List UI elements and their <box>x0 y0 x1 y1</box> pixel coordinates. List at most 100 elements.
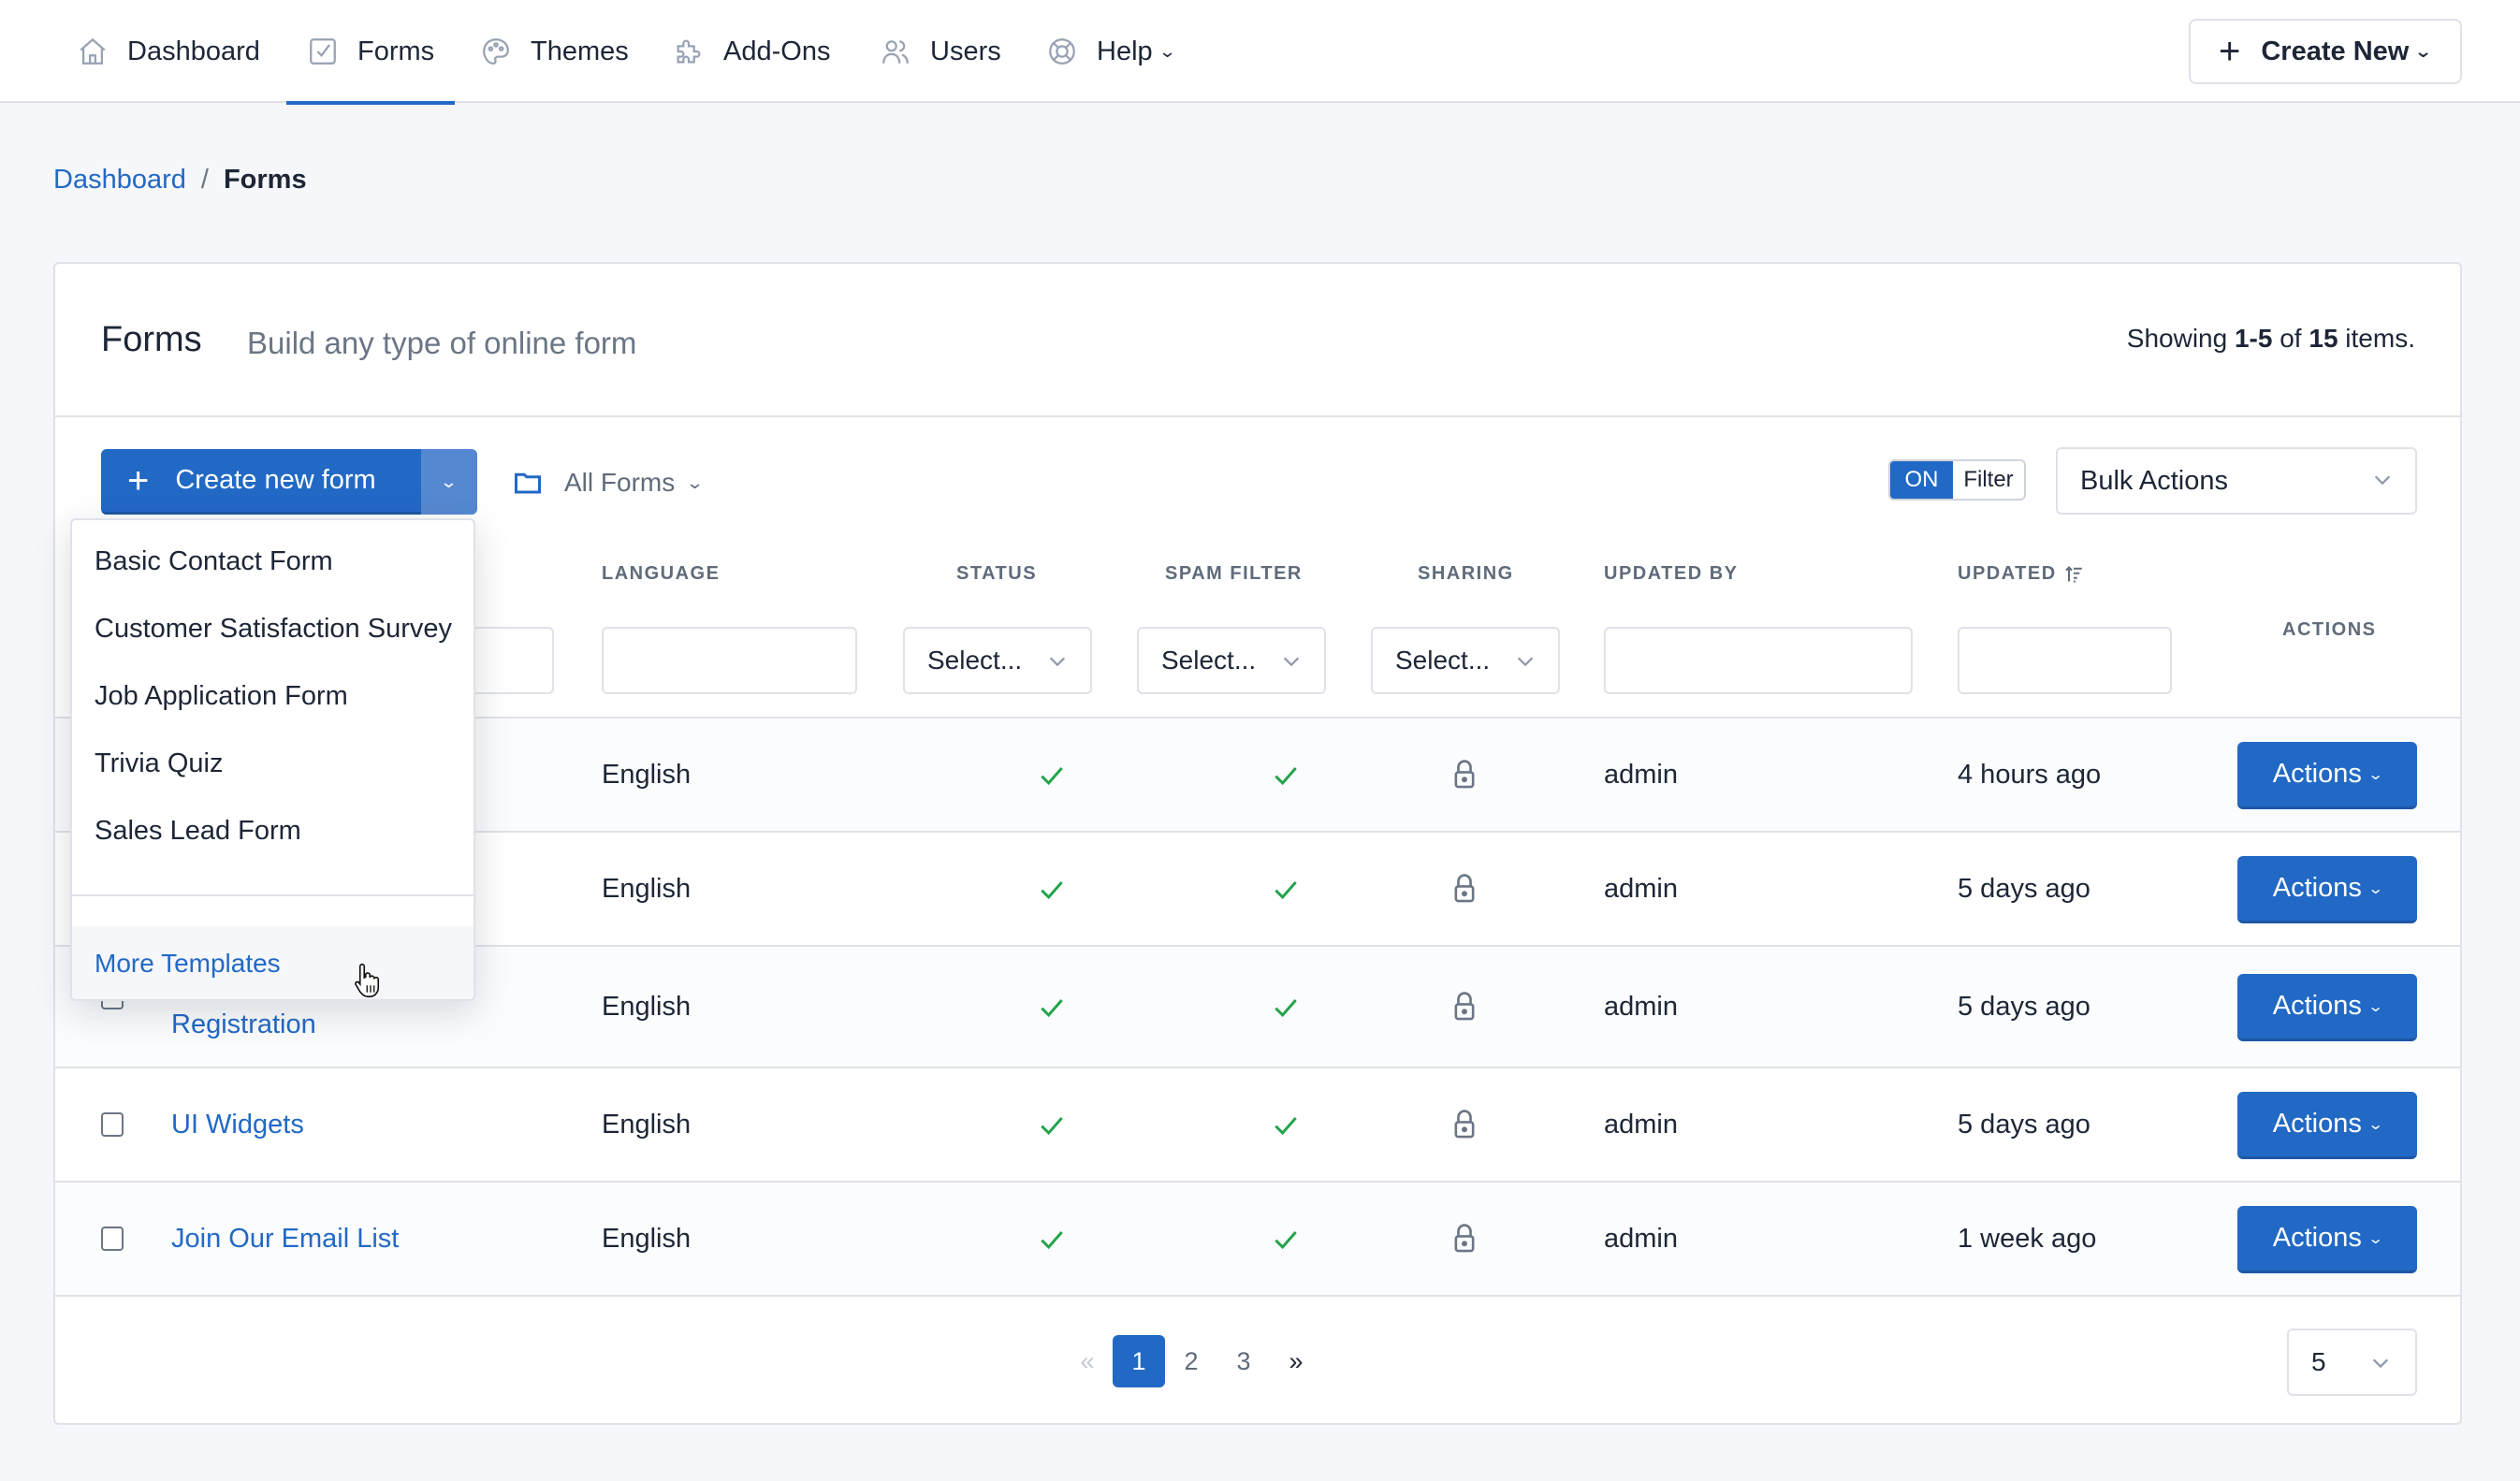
spam-filter-check-icon <box>1271 1225 1301 1255</box>
row-actions-label: Actions <box>2272 991 2362 1021</box>
nav-item-dashboard[interactable]: Dashboard <box>77 0 260 103</box>
row-actions-button[interactable]: Actions ⌄ <box>2237 974 2417 1041</box>
row-checkbox[interactable] <box>101 1112 124 1137</box>
menu-item-job-application-form[interactable]: Job Application Form <box>72 662 473 730</box>
pagination-prev[interactable]: « <box>1073 1335 1101 1387</box>
nav-item-themes[interactable]: Themes <box>480 0 629 103</box>
language-cell: English <box>602 1224 692 1254</box>
language-filter-input[interactable] <box>602 627 857 694</box>
nav-item-forms[interactable]: Forms <box>285 0 456 105</box>
breadcrumb-dashboard-link[interactable]: Dashboard <box>53 165 186 196</box>
sharing-filter-value: Select... <box>1395 646 1491 675</box>
filter-toggle-state: ON <box>1890 461 1953 499</box>
column-header-spam-filter[interactable]: SPAM FILTER <box>1165 563 1303 585</box>
template-dropdown-menu: Basic Contact Form Customer Satisfaction… <box>70 518 475 1001</box>
status-check-icon <box>1037 875 1067 905</box>
filter-toggle[interactable]: ON Filter <box>1888 459 2026 501</box>
row-actions-label: Actions <box>2272 873 2362 903</box>
items-count-prefix: Showing <box>2126 324 2235 353</box>
items-count-range: 1-5 <box>2234 324 2273 353</box>
row-actions-button[interactable]: Actions ⌄ <box>2237 856 2417 923</box>
lock-icon[interactable] <box>1449 1223 1479 1253</box>
page-subtitle: Build any type of online form <box>247 326 637 360</box>
plus-icon: + <box>2219 31 2241 72</box>
chevron-down-icon: ⌄ <box>1158 41 1177 61</box>
create-new-button[interactable]: + Create New ⌄ <box>2189 19 2462 84</box>
menu-item-more-templates[interactable]: More Templates <box>72 926 473 999</box>
menu-item-customer-satisfaction-survey[interactable]: Customer Satisfaction Survey <box>72 595 473 662</box>
forms-check-icon <box>310 38 336 65</box>
row-actions-button[interactable]: Actions ⌄ <box>2237 742 2417 809</box>
chevron-down-icon: ⌄ <box>440 472 459 491</box>
form-name-link[interactable]: UI Widgets <box>171 1110 304 1140</box>
form-name-link[interactable]: Join Our Email List <box>171 1224 399 1255</box>
menu-item-basic-contact-form[interactable]: Basic Contact Form <box>72 528 473 595</box>
updated-by-cell: admin <box>1604 760 1678 790</box>
pagination-next[interactable]: » <box>1280 1335 1312 1387</box>
chevron-down-icon <box>2372 1358 2389 1369</box>
row-actions-button[interactable]: Actions ⌄ <box>2237 1206 2417 1273</box>
form-name-link[interactable]: Registration <box>171 1009 316 1040</box>
filter-toggle-label: Filter <box>1963 467 2014 492</box>
table-row: Join Our Email List English admin 1 week ag… <box>55 1183 2460 1297</box>
column-header-status[interactable]: STATUS <box>956 563 1037 585</box>
lock-icon[interactable] <box>1449 991 1479 1021</box>
table-row: UI Widgets English admin 5 days ago Actions ⌄ <box>55 1068 2460 1183</box>
lock-icon[interactable] <box>1449 759 1479 789</box>
create-form-dropdown-toggle[interactable]: ⌄ <box>421 449 477 515</box>
page-size-select[interactable]: 5 <box>2287 1329 2417 1396</box>
nav-item-users[interactable]: Users <box>880 0 1001 103</box>
spam-filter-check-icon <box>1271 1111 1301 1140</box>
updated-filter-input[interactable] <box>1958 627 2172 694</box>
create-new-form-button[interactable]: + Create new form <box>101 449 421 515</box>
row-checkbox[interactable] <box>101 1227 124 1251</box>
column-header-updated-by[interactable]: UPDATED BY <box>1604 563 1739 585</box>
language-cell: English <box>602 874 692 904</box>
lock-icon[interactable] <box>1449 873 1479 903</box>
folder-filter-label: All Forms <box>564 468 676 497</box>
nav-item-add-ons[interactable]: Add-Ons <box>673 0 830 103</box>
pagination-page-3[interactable]: 3 <box>1228 1335 1260 1387</box>
menu-item-trivia-quiz[interactable]: Trivia Quiz <box>72 730 473 797</box>
row-actions-button[interactable]: Actions ⌄ <box>2237 1092 2417 1159</box>
status-check-icon <box>1037 993 1067 1023</box>
pagination-page-2[interactable]: 2 <box>1175 1335 1207 1387</box>
column-header-updated[interactable]: UPDATED <box>1958 563 2083 585</box>
items-count-total: 15 <box>2309 324 2338 353</box>
spam-filter-select[interactable]: Select... <box>1137 627 1326 694</box>
nav-item-label: Themes <box>531 36 629 66</box>
column-header-language[interactable]: LANGUAGE <box>602 563 720 585</box>
nav-item-help[interactable]: Help ⌄ <box>1046 0 1177 103</box>
create-new-form-split-button: + Create new form ⌄ <box>101 449 477 515</box>
home-icon <box>80 37 106 65</box>
status-check-icon <box>1037 761 1067 791</box>
create-new-form-label: Create new form <box>175 465 376 495</box>
breadcrumb-current: Forms <box>223 165 307 195</box>
bulk-actions-select[interactable]: Bulk Actions <box>2056 447 2417 515</box>
chevron-down-icon: ⌄ <box>2367 998 2384 1015</box>
menu-item-sales-lead-form[interactable]: Sales Lead Form <box>72 797 473 864</box>
bulk-actions-label: Bulk Actions <box>2080 465 2228 496</box>
status-filter-select[interactable]: Select... <box>903 627 1092 694</box>
pagination: « 1 2 3 » <box>55 1335 2460 1391</box>
pagination-page-1[interactable]: 1 <box>1113 1335 1165 1387</box>
card-header: Forms Build any type of online form Show… <box>55 264 2460 417</box>
users-icon <box>882 40 909 64</box>
language-cell: English <box>602 1110 692 1140</box>
chevron-down-icon: ⌄ <box>685 472 705 492</box>
chevron-down-icon <box>1049 657 1066 667</box>
nav-item-label: Users <box>930 36 1001 66</box>
updated-by-filter-input[interactable] <box>1604 627 1913 694</box>
column-header-sharing[interactable]: SHARING <box>1418 563 1514 585</box>
updated-by-cell: admin <box>1604 1110 1678 1140</box>
folder-filter-dropdown[interactable]: All Forms ⌄ <box>514 460 705 505</box>
lock-icon[interactable] <box>1449 1109 1479 1139</box>
spam-filter-check-icon <box>1271 761 1301 791</box>
updated-by-cell: admin <box>1604 1224 1678 1254</box>
chevron-down-icon <box>2374 475 2391 486</box>
page-size-value: 5 <box>2311 1347 2326 1376</box>
sharing-filter-select[interactable]: Select... <box>1371 627 1560 694</box>
updated-cell: 1 week ago <box>1958 1224 2097 1254</box>
palette-icon <box>483 38 509 65</box>
language-cell: English <box>602 760 692 790</box>
